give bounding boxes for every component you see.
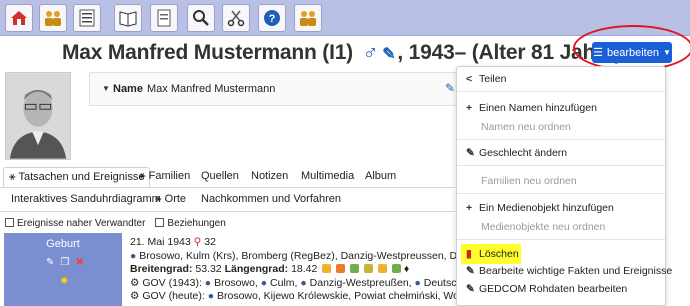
tab-divider bbox=[0, 187, 455, 188]
checkbox-icon bbox=[5, 218, 14, 227]
menu-divider bbox=[457, 193, 665, 194]
trash-icon: ▮ bbox=[466, 248, 472, 260]
globe-icon: ● bbox=[204, 276, 212, 289]
delete-fact-icon[interactable]: ✖ bbox=[75, 257, 83, 268]
map-icon[interactable] bbox=[391, 264, 401, 273]
menu-item-reorder-families: Familien neu ordnen bbox=[481, 175, 577, 187]
page-title: Max Manfred Mustermann (I1) ♂ ✎, 1943– (A… bbox=[62, 41, 622, 65]
menu-item-edit-facts[interactable]: ✎ Bearbeite wichtige Fakten und Ereigniss… bbox=[457, 265, 672, 277]
svg-text:?: ? bbox=[269, 13, 276, 25]
list-icon bbox=[79, 9, 95, 27]
copy-fact-icon[interactable]: ❐ bbox=[60, 257, 69, 268]
list-button[interactable] bbox=[73, 4, 101, 32]
family-button[interactable] bbox=[39, 4, 67, 32]
edit-fact-icon[interactable]: ✎ bbox=[46, 257, 54, 268]
document-button[interactable] bbox=[150, 4, 178, 32]
book-icon bbox=[119, 11, 137, 27]
tabs-row-2: Interaktives Sanduhrdiagramm ⚹ Orte Nach… bbox=[0, 190, 455, 210]
relationships-checkbox[interactable]: Beziehungen bbox=[155, 218, 226, 229]
places-icon: ⚹ bbox=[155, 193, 165, 205]
pin-icon: ♦ bbox=[403, 263, 410, 275]
map-icon[interactable] bbox=[350, 264, 360, 273]
menu-item-reorder-names: Namen neu ordnen bbox=[481, 121, 571, 133]
name-label: Name bbox=[113, 83, 143, 95]
edit-dropdown-menu: < Teilen + Einen Namen hinzufügen Namen ne… bbox=[456, 66, 672, 306]
fact-type: Geburt bbox=[46, 238, 80, 250]
users-button[interactable] bbox=[294, 4, 322, 32]
person-photo[interactable] bbox=[5, 72, 71, 160]
tab-album[interactable]: Album bbox=[360, 167, 401, 185]
globe-icon: ● bbox=[207, 290, 215, 302]
map-icon[interactable] bbox=[364, 264, 374, 273]
menu-item-change-sex[interactable]: ✎ Geschlecht ändern bbox=[457, 147, 665, 159]
tab-facts[interactable]: ⚹ Tatsachen und Ereignisse bbox=[3, 167, 151, 187]
tab-multimedia[interactable]: Multimedia bbox=[296, 167, 359, 185]
tab-families[interactable]: ⚹ Familien bbox=[134, 167, 195, 186]
gov-icon: ⚙ bbox=[130, 290, 140, 302]
share-icon: < bbox=[466, 73, 473, 85]
sun-icon: ✹ bbox=[60, 276, 69, 287]
plus-icon: + bbox=[466, 202, 473, 214]
gov-icon: ⚙ bbox=[130, 276, 140, 289]
fact-age: 32 bbox=[204, 236, 216, 248]
edit-name-icon[interactable]: ✎ bbox=[445, 81, 455, 95]
globe-icon: ● bbox=[414, 276, 421, 289]
relatives-checkbox[interactable]: Ereignisse naher Verwandter bbox=[5, 218, 145, 229]
tab-descendants-ancestors[interactable]: Nachkommen und Vorfahren bbox=[196, 190, 346, 208]
menu-divider bbox=[457, 165, 665, 166]
map-icon[interactable] bbox=[336, 264, 346, 273]
menu-item-share[interactable]: < Teilen bbox=[457, 73, 665, 85]
home-icon bbox=[11, 11, 27, 25]
toolbar: ? bbox=[0, 0, 690, 36]
pencil-icon: ✎ bbox=[466, 265, 475, 277]
search-button[interactable] bbox=[187, 4, 215, 32]
name-card: ▼ Name Max Manfred Mustermann ✎ bbox=[89, 72, 469, 106]
help-icon: ? bbox=[264, 10, 280, 26]
menu-divider bbox=[457, 91, 665, 92]
pencil-icon: ✎ bbox=[466, 283, 475, 295]
fact-date: 21. Mai 1943 bbox=[130, 236, 191, 248]
tab-divider bbox=[0, 211, 455, 212]
checkbox-icon bbox=[155, 218, 165, 227]
pencil-icon[interactable]: ✎ bbox=[382, 46, 395, 63]
annotation-circle bbox=[573, 25, 690, 71]
menu-item-edit-gedcom[interactable]: ✎ GEDCOM Rohdaten bearbeiten bbox=[457, 283, 665, 295]
tab-sources[interactable]: Quellen bbox=[196, 167, 244, 185]
person-name: Max Manfred Mustermann (I1) bbox=[62, 41, 353, 64]
options-row: Ereignisse naher Verwandter Beziehungen bbox=[5, 218, 226, 229]
family-icon bbox=[45, 11, 61, 26]
scissors-button[interactable] bbox=[222, 4, 250, 32]
tab-hourglass[interactable]: Interaktives Sanduhrdiagramm bbox=[6, 190, 166, 208]
menu-divider bbox=[457, 139, 665, 140]
pencil-icon: ✎ bbox=[466, 147, 475, 159]
male-icon: ♂ bbox=[362, 41, 379, 64]
plus-icon: + bbox=[466, 102, 473, 114]
tabs-row-1: ⚹ Tatsachen und Ereignisse ⚹ Familien Qu… bbox=[0, 167, 455, 187]
map-icon[interactable] bbox=[377, 264, 387, 273]
menu-item-add-media[interactable]: + Ein Medienobjekt hinzufügen bbox=[457, 202, 665, 214]
globe-icon: ● bbox=[130, 249, 137, 262]
map-icon[interactable] bbox=[322, 264, 332, 273]
tab-places[interactable]: ⚹ Orte bbox=[150, 190, 191, 209]
families-icon: ⚹ bbox=[139, 170, 149, 182]
scissors-icon bbox=[227, 10, 245, 27]
help-button[interactable]: ? bbox=[258, 4, 286, 32]
book-button[interactable] bbox=[114, 4, 142, 32]
document-icon bbox=[157, 9, 171, 27]
home-button[interactable] bbox=[5, 4, 33, 32]
menu-item-delete[interactable]: ▮ Löschen bbox=[461, 244, 521, 264]
menu-item-reorder-media: Medienobjekte neu ordnen bbox=[481, 221, 606, 233]
search-icon bbox=[193, 10, 209, 26]
collapse-icon[interactable]: ▼ bbox=[102, 84, 110, 93]
globe-icon: ● bbox=[300, 276, 307, 289]
globe-icon: ● bbox=[260, 276, 268, 289]
menu-item-add-name[interactable]: + Einen Namen hinzufügen bbox=[457, 102, 665, 114]
fact-label-cell: Geburt ✎ ❐ ✖ ✹ bbox=[4, 233, 122, 306]
portrait-image bbox=[6, 73, 70, 159]
tab-notes[interactable]: Notizen bbox=[246, 167, 293, 185]
menu-divider bbox=[457, 239, 665, 240]
pin-icon: ⚲ bbox=[193, 236, 202, 248]
name-value: Max Manfred Mustermann bbox=[147, 83, 276, 95]
users-icon bbox=[300, 11, 316, 26]
